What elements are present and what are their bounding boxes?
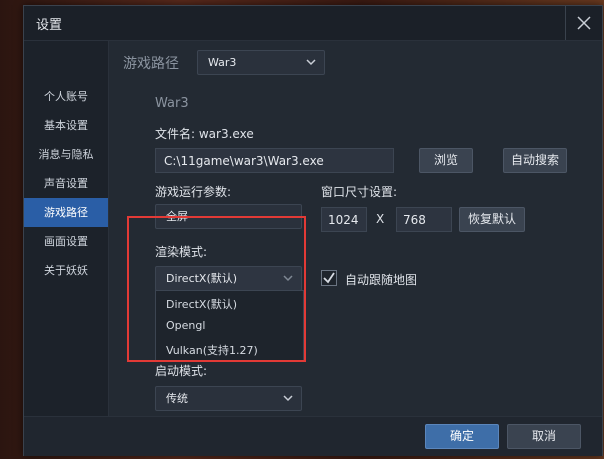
dialog-title: 设置 <box>36 18 63 33</box>
launch-mode-select[interactable]: 传统 <box>155 386 302 411</box>
highlight-annotation-box <box>127 216 306 362</box>
game-select-value: War3 <box>208 56 237 69</box>
game-name: War3 <box>155 96 189 111</box>
sidebar-item-about[interactable]: 关于妖妖 <box>24 256 108 285</box>
sidebar-item-basic[interactable]: 基本设置 <box>24 111 108 140</box>
sidebar-item-privacy[interactable]: 消息与隐私 <box>24 140 108 169</box>
path-input[interactable]: C:\11game\war3\War3.exe <box>155 148 394 173</box>
chevron-down-icon <box>306 59 316 66</box>
launch-mode-value: 传统 <box>166 392 188 405</box>
launch-mode-label: 启动模式: <box>155 364 208 378</box>
height-input[interactable]: 768 <box>396 207 452 232</box>
window-size-label: 窗口尺寸设置: <box>321 185 398 199</box>
dialog-footer: 确定 取消 <box>24 416 602 456</box>
sidebar-item-account[interactable]: 个人账号 <box>24 82 108 111</box>
close-button[interactable] <box>565 6 602 40</box>
check-icon <box>323 272 335 284</box>
sidebar: 个人账号 基本设置 消息与隐私 声音设置 游戏路径 画面设置 关于妖妖 <box>24 41 108 416</box>
width-input[interactable]: 1024 <box>321 207 367 232</box>
close-icon <box>577 16 591 30</box>
follow-map-label: 自动跟随地图 <box>345 273 418 287</box>
titlebar: 设置 <box>24 6 602 41</box>
restore-default-button[interactable]: 恢复默认 <box>459 207 525 232</box>
game-select[interactable]: War3 <box>197 50 325 75</box>
chevron-down-icon <box>283 395 293 402</box>
browse-button[interactable]: 浏览 <box>419 148 473 173</box>
run-params-label: 游戏运行参数: <box>155 185 232 199</box>
sidebar-item-game-path[interactable]: 游戏路径 <box>24 198 108 227</box>
sidebar-item-display[interactable]: 画面设置 <box>24 227 108 256</box>
cancel-button[interactable]: 取消 <box>507 424 581 449</box>
auto-search-button[interactable]: 自动搜索 <box>503 148 567 173</box>
settings-dialog: 设置 个人账号 基本设置 消息与隐私 声音设置 游戏路径 画面设置 关于妖妖 游… <box>23 5 603 456</box>
ok-button[interactable]: 确定 <box>425 424 499 449</box>
size-separator: X <box>376 212 385 226</box>
follow-map-checkbox[interactable] <box>321 270 337 286</box>
file-name-label: 文件名: war3.exe <box>155 127 254 141</box>
sidebar-item-sound[interactable]: 声音设置 <box>24 169 108 198</box>
section-title: 游戏路径 <box>123 56 179 72</box>
